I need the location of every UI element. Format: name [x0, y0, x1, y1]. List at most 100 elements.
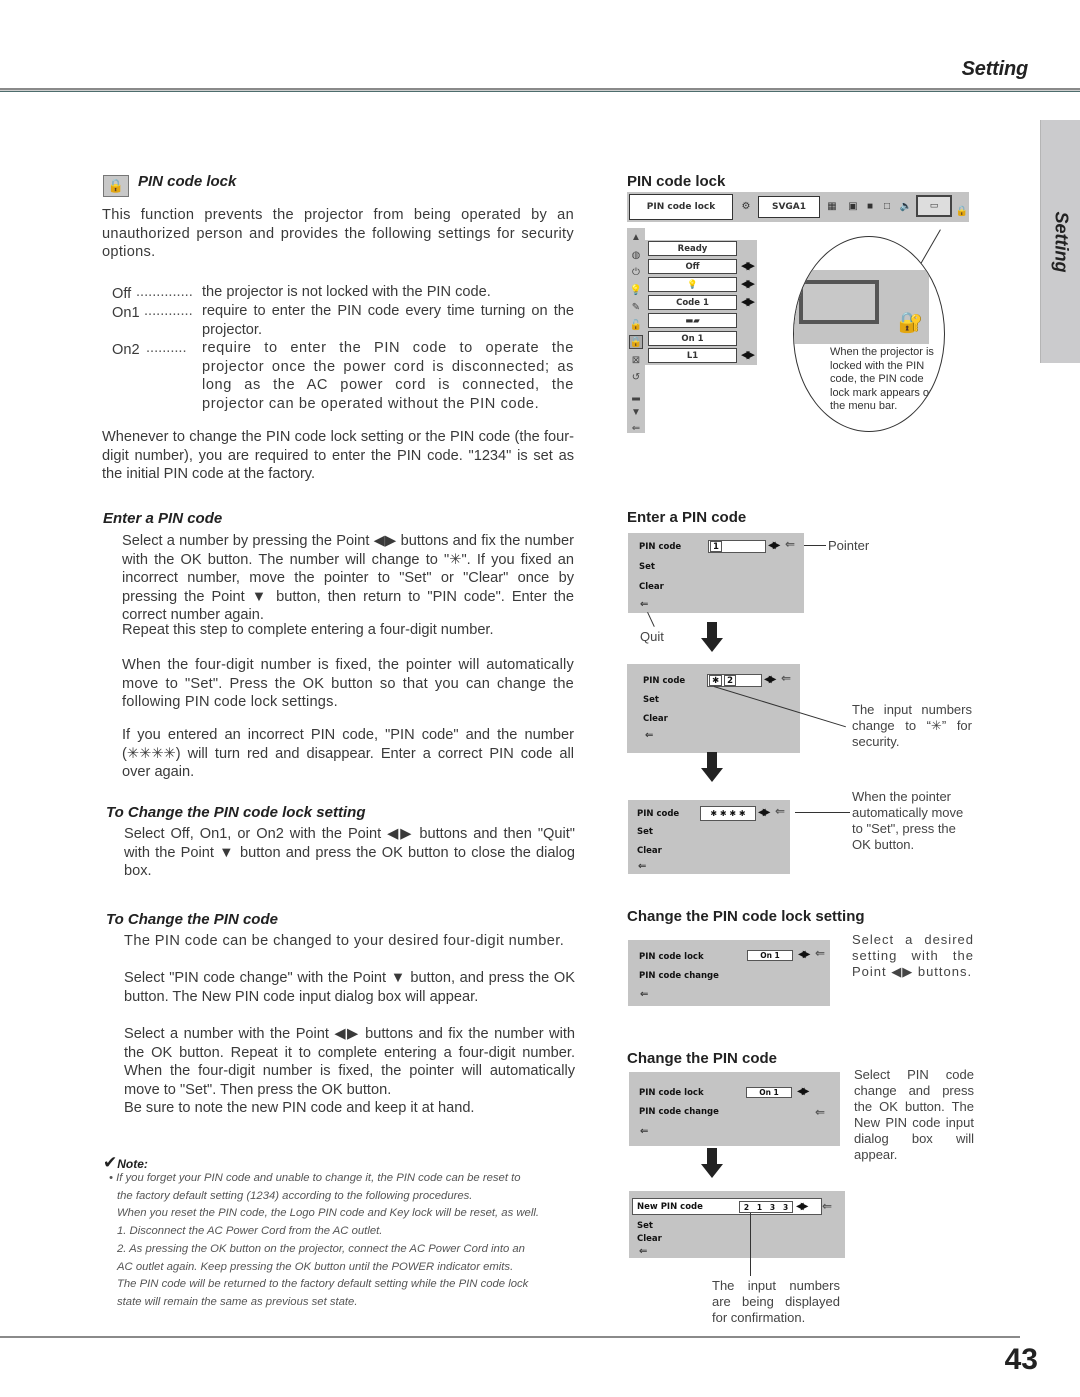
menu-item-lamp[interactable]: 💡 [648, 277, 737, 292]
pin-change-option[interactable]: PIN code change [639, 971, 719, 981]
pin-code-label: PIN code [643, 676, 686, 686]
pin-code-field[interactable]: ✱ 2 [707, 674, 762, 687]
left-right-arrows-icon[interactable]: ◀▶ [797, 1086, 810, 1097]
option-dots: .............. [136, 284, 193, 300]
option-key: Off [112, 286, 132, 302]
pin-code-label: PIN code [639, 542, 682, 552]
quit-leader-line [647, 612, 655, 627]
left-right-arrows-icon[interactable]: ◀▶ [798, 949, 811, 960]
enter-pin-heading: Enter a PIN code [103, 510, 223, 527]
clear-option[interactable]: Clear [637, 1234, 662, 1244]
pin-code-field[interactable]: ✱ ✱ ✱ ✱ [700, 806, 756, 821]
clear-option[interactable]: Clear [637, 846, 662, 856]
menu-bar-source[interactable]: SVGA1 [758, 196, 820, 218]
pin-lock-label: PIN code lock [639, 952, 704, 962]
option-desc: the projector is not locked with the PIN… [202, 284, 491, 300]
change-lock-dialog: PIN code lock On 1 ◀▶ ⇐ PIN code change … [628, 940, 830, 1006]
scroll-down-icon[interactable]: ▼ [629, 405, 643, 419]
header-rule [0, 88, 1080, 92]
language-icon[interactable]: ◍ [629, 248, 643, 262]
pin-lock-selected-icon[interactable]: 🔒 [629, 335, 643, 349]
image-select-icon[interactable]: ▣ [846, 200, 860, 213]
side-tab-setting[interactable]: Setting [1040, 120, 1080, 363]
menu-item-power[interactable]: Off [648, 259, 737, 274]
left-right-arrows-icon[interactable]: ◀▶ [796, 1201, 809, 1212]
left-right-arrows-icon[interactable]: ◀▶ [764, 674, 777, 685]
projector-icon[interactable]: ▭ [916, 195, 952, 217]
set-option[interactable]: Set [639, 562, 655, 572]
pin-entry-dialog-1: PIN code 1 ◀▶ ⇐ Set Clear ⇐ [628, 533, 804, 613]
quit-icon[interactable]: ⇐ [639, 1246, 647, 1257]
fan-icon[interactable]: ⊠ [629, 353, 643, 367]
left-right-arrows-icon[interactable]: ◀▶ [758, 807, 771, 818]
fig-enter-pin-heading: Enter a PIN code [627, 509, 747, 526]
down-arrow-icon [701, 1148, 723, 1178]
new-pin-label: New PIN code [637, 1202, 703, 1212]
option-key: On1 [112, 305, 140, 321]
set-option[interactable]: Set [637, 1221, 653, 1231]
quit-icon[interactable]: ⇐ [638, 861, 646, 872]
set-caption: When the pointer automatically move to "… [852, 789, 964, 852]
quit-icon[interactable]: ⇐ [645, 730, 653, 741]
image-adjust-icon[interactable]: ■ [863, 200, 877, 213]
pin-lock-label: PIN code lock [639, 1088, 704, 1098]
quit-icon[interactable]: ⇐ [640, 989, 648, 1000]
pin-lock-mark-icon: 🔒 [955, 206, 969, 217]
pin-digit-masked: ✱ [709, 675, 723, 686]
remote-icon[interactable]: ✎ [629, 300, 643, 314]
pc-adjust-icon[interactable]: ▦ [825, 200, 839, 213]
change-code-caption: Select PIN code change and press the OK … [854, 1067, 974, 1162]
filter-icon[interactable]: ▂ [629, 388, 643, 402]
change-lock-caption: Select a desired setting with the Point … [852, 932, 974, 979]
left-right-arrows-icon[interactable]: ◀▶ [741, 348, 755, 361]
quit-icon[interactable]: ⇐ [629, 421, 643, 435]
menu-item-fan[interactable]: L1 [648, 348, 737, 363]
pin-digit: 2 [724, 675, 737, 686]
lamp-icon[interactable]: 💡 [629, 283, 643, 297]
menu-panel: Ready Off ◀▶ 💡 ◀▶ Code 1 ◀▶ ▬▰ On 1 L1 ◀… [645, 240, 757, 365]
menu-item-key-lock[interactable]: ▬▰ [648, 313, 737, 328]
quit-icon[interactable]: ⇐ [640, 599, 648, 610]
down-arrow-icon [701, 752, 723, 782]
screen-icon[interactable]: □ [880, 200, 894, 213]
reset-icon[interactable]: ↺ [629, 370, 643, 384]
menu-bar-title[interactable]: PIN code lock [629, 194, 733, 220]
quit-icon[interactable]: ⇐ [640, 1126, 648, 1137]
set-leader-line [795, 812, 850, 813]
change-code-p3: Select a number with the Point ◀▶ button… [124, 1026, 575, 1098]
key-lock-icon[interactable]: 🔓 [629, 318, 643, 332]
sound-icon[interactable]: 🔈 [899, 200, 913, 213]
pin-lock-intro: This function prevents the projector fro… [102, 207, 574, 261]
menu-item-pin-lock[interactable]: On 1 [648, 331, 737, 346]
pin-lock-value[interactable]: On 1 [747, 950, 793, 961]
power-icon[interactable]: ⏻ [629, 265, 643, 279]
change-code-p4: Be sure to note the new PIN code and kee… [124, 1100, 475, 1116]
pin-change-option[interactable]: PIN code change [639, 1107, 719, 1117]
scroll-up-icon[interactable]: ▲ [629, 230, 643, 244]
left-right-arrows-icon[interactable]: ◀▶ [768, 540, 781, 551]
callout-magnifier: 🔐 When the projector is locked with the … [793, 236, 945, 432]
left-right-arrows-icon[interactable]: ◀▶ [741, 277, 755, 290]
clear-option[interactable]: Clear [643, 714, 668, 724]
option-desc: require to enter the PIN code every time… [202, 303, 574, 338]
lock-mark-icon: 🔐 [898, 312, 923, 334]
set-option[interactable]: Set [643, 695, 659, 705]
setting-icon[interactable]: ⚙ [739, 200, 753, 213]
note-line: AC outlet again. Keep pressing the OK bu… [117, 1260, 514, 1273]
menu-item-ready[interactable]: Ready [648, 241, 737, 256]
left-right-arrows-icon[interactable]: ◀▶ [741, 295, 755, 308]
set-option[interactable]: Set [637, 827, 653, 837]
note-label: Note: [117, 1157, 148, 1171]
clear-option[interactable]: Clear [639, 582, 664, 592]
pin-lock-value[interactable]: On 1 [746, 1087, 792, 1098]
note-line: When you reset the PIN code, the Logo PI… [117, 1207, 539, 1220]
left-right-arrows-icon[interactable]: ◀▶ [741, 259, 755, 272]
quit-label: Quit [640, 629, 664, 644]
pin-code-field[interactable]: 1 [708, 540, 766, 553]
menu-bar: PIN code lock ⚙ SVGA1 ▦ ▣ ■ □ 🔈 ▭ 🔒 [627, 192, 969, 222]
menu-item-remote[interactable]: Code 1 [648, 295, 737, 310]
enter-pin-p1b: Repeat this step to complete entering a … [122, 622, 494, 638]
note-line: 2. As pressing the OK button on the proj… [117, 1242, 525, 1255]
new-pin-field[interactable]: 2 1 3 3 [739, 1201, 793, 1213]
note-line: • If you forget your PIN code and unable… [109, 1172, 521, 1184]
